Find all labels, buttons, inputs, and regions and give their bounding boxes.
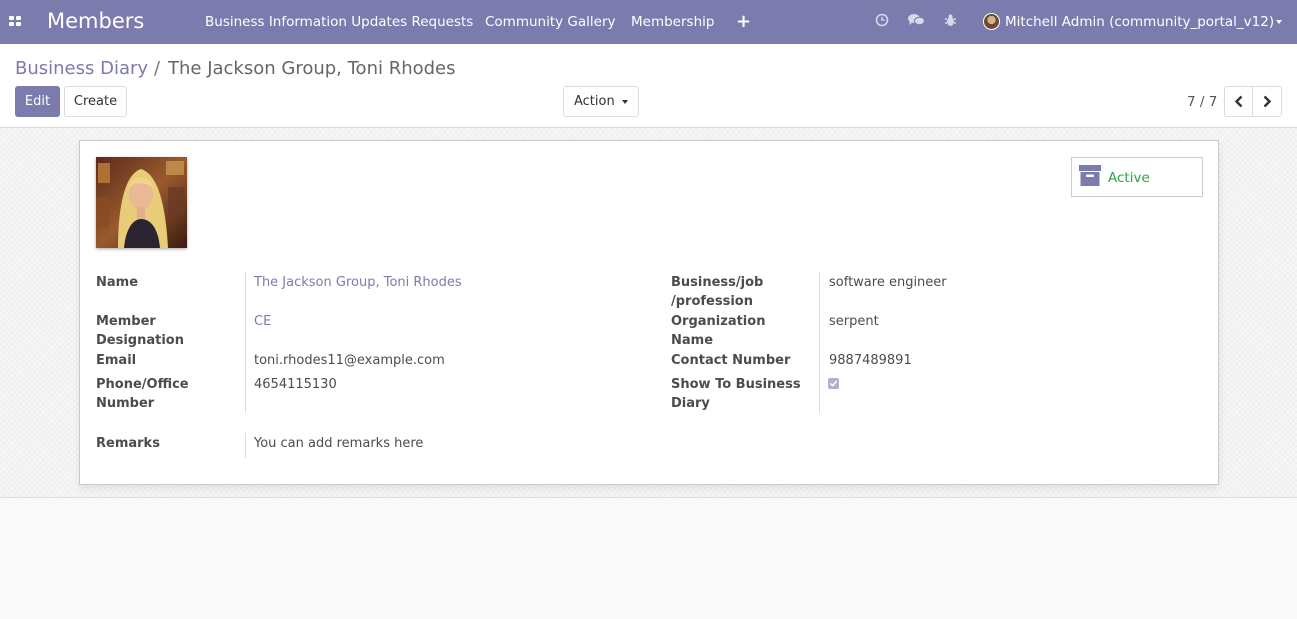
- chat-icon[interactable]: [908, 13, 925, 31]
- left-group-separator: [245, 272, 246, 413]
- organization-label: Organization Name: [671, 314, 766, 348]
- control-panel: Business Diary / The Jackson Group, Toni…: [0, 44, 1297, 128]
- action-label: Action: [574, 94, 615, 109]
- organization-value[interactable]: serpent: [829, 312, 879, 331]
- phone-label: Phone/Office Number: [96, 377, 189, 411]
- user-menu-caret-icon[interactable]: [1276, 20, 1282, 24]
- archive-icon: [1079, 165, 1101, 186]
- remarks-label: Remarks: [96, 436, 160, 451]
- breadcrumb-current: The Jackson Group, Toni Rhodes: [168, 58, 456, 79]
- name-value-link[interactable]: The Jackson Group, Toni Rhodes: [254, 273, 462, 292]
- add-menu-button[interactable]: +: [736, 11, 751, 32]
- form-sheet: Active Name The Jackson Group, Toni Rhod…: [79, 140, 1219, 485]
- user-avatar[interactable]: [983, 13, 1000, 30]
- designation-value-link[interactable]: CE: [254, 312, 271, 331]
- apps-grid-icon[interactable]: [9, 16, 21, 26]
- top-navbar: Members Business Information Updates Req…: [0, 0, 1297, 44]
- clock-icon[interactable]: [875, 13, 889, 31]
- breadcrumb-separator: /: [154, 58, 161, 79]
- active-toggle-button[interactable]: Active: [1071, 157, 1203, 197]
- contact-label: Contact Number: [671, 353, 791, 368]
- pager-previous-button[interactable]: [1224, 86, 1254, 117]
- name-label: Name: [96, 275, 139, 290]
- designation-label: Member Designation: [96, 314, 184, 348]
- action-dropdown[interactable]: Action: [563, 86, 639, 117]
- user-menu[interactable]: Mitchell Admin (community_portal_v12): [1005, 14, 1274, 30]
- check-icon: [829, 380, 838, 387]
- profession-value[interactable]: software engineer: [829, 273, 947, 292]
- chevron-left-icon: [1234, 95, 1243, 108]
- remarks-value[interactable]: You can add remarks here: [254, 434, 423, 453]
- menu-membership[interactable]: Membership: [631, 14, 714, 30]
- email-value[interactable]: toni.rhodes11@example.com: [254, 351, 445, 370]
- pager-value[interactable]: 7 / 7: [1187, 94, 1217, 110]
- member-photo[interactable]: [96, 157, 187, 248]
- edit-button[interactable]: Edit: [15, 86, 60, 117]
- right-group-separator: [819, 272, 820, 413]
- show-to-diary-label: Show To Business Diary: [671, 377, 801, 411]
- email-label: Email: [96, 353, 137, 368]
- show-to-diary-checkbox[interactable]: [828, 378, 839, 389]
- pager-next-button[interactable]: [1252, 86, 1282, 117]
- active-status-label: Active: [1108, 170, 1150, 186]
- app-title: Members: [47, 9, 145, 33]
- phone-value[interactable]: 4654115130: [254, 375, 337, 394]
- menu-community-gallery[interactable]: Community Gallery: [485, 14, 616, 30]
- breadcrumb-parent[interactable]: Business Diary: [15, 58, 148, 79]
- create-button[interactable]: Create: [64, 86, 127, 117]
- caret-down-icon: [622, 100, 628, 104]
- bug-icon[interactable]: [944, 13, 957, 31]
- profession-label: Business/job /profession: [671, 275, 764, 309]
- chevron-right-icon: [1263, 95, 1272, 108]
- remarks-separator: [245, 433, 246, 458]
- menu-business-information-updates-requests[interactable]: Business Information Updates Requests: [205, 14, 473, 30]
- contact-value[interactable]: 9887489891: [829, 351, 912, 370]
